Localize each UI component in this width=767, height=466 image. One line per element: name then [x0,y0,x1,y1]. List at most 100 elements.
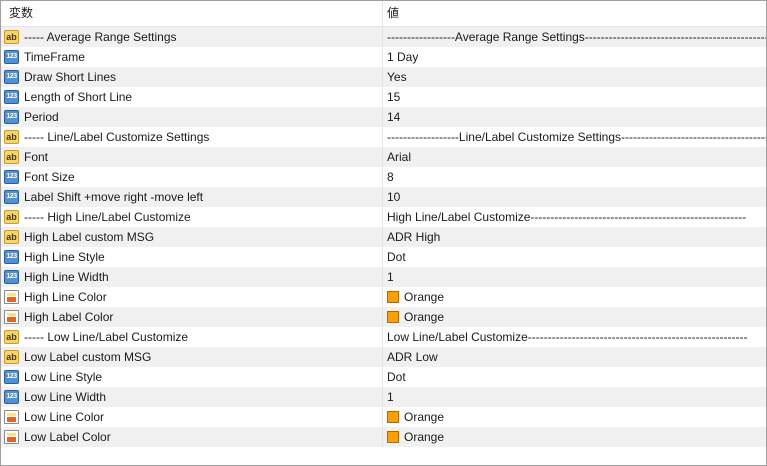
parameter-value: Low Line/Label Customize----------------… [387,330,748,344]
table-row[interactable]: 123 Label Shift +move right -move left 10 [1,187,766,207]
table-row[interactable]: 123 Length of Short Line 15 [1,87,766,107]
parameter-value: Dot [387,250,406,264]
parameter-name: ----- Low Line/Label Customize [24,330,189,344]
parameter-name: ----- High Line/Label Customize [24,210,191,224]
parameter-value-cell[interactable]: ------------------Line/Label Customize S… [383,127,766,147]
parameter-value: 10 [387,190,401,204]
parameter-value-cell[interactable]: 1 Day [383,47,766,67]
table-row[interactable]: 123 TimeFrame 1 Day [1,47,766,67]
parameter-name: ----- Average Range Settings [24,30,177,44]
color-swatch [387,291,399,303]
table-row[interactable]: 123 Period 14 [1,107,766,127]
table-row[interactable]: 123 High Line Style Dot [1,247,766,267]
parameter-name: ----- Line/Label Customize Settings [24,130,210,144]
parameter-value-cell[interactable]: Orange [383,287,766,307]
ab-icon: ab [4,130,19,144]
table-row[interactable]: ab Font Arial [1,147,766,167]
parameter-name-cell: 123 Draw Short Lines [1,67,383,87]
parameter-value: 14 [387,110,401,124]
parameter-name-cell: ab High Label custom MSG [1,227,383,247]
parameter-name-cell: 123 High Line Style [1,247,383,267]
parameter-name-cell: 123 Low Line Width [1,387,383,407]
parameter-value: 1 Day [387,50,419,64]
parameter-name-cell: 123 TimeFrame [1,47,383,67]
table-header: 変数 値 [1,1,766,27]
parameter-value-cell[interactable]: 1 [383,387,766,407]
ab-icon: ab [4,230,19,244]
parameter-value-cell[interactable]: Dot [383,247,766,267]
parameter-name-cell: ab ----- High Line/Label Customize [1,207,383,227]
table-row[interactable]: 123 Low Line Width 1 [1,387,766,407]
number-icon: 123 [4,170,19,184]
parameter-name-cell: High Label Color [1,307,383,327]
table-row[interactable]: ab ----- High Line/Label Customize High Li… [1,207,766,227]
parameter-name: High Label custom MSG [24,230,155,244]
parameter-name: Period [24,110,59,124]
parameter-name-cell: ab ----- Average Range Settings [1,27,383,47]
parameter-value: ADR Low [387,350,438,364]
table-row[interactable]: 123 Low Line Style Dot [1,367,766,387]
color-icon [4,430,19,444]
parameter-value-cell[interactable]: High Line/Label Customize---------------… [383,207,766,227]
table-row[interactable]: High Line Color Orange [1,287,766,307]
parameter-value: Arial [387,150,412,164]
table-row[interactable]: ab High Label custom MSG ADR High [1,227,766,247]
parameter-value: High Line/Label Customize---------------… [387,210,747,224]
parameter-value-cell[interactable]: Dot [383,367,766,387]
table-row[interactable]: ab ----- Line/Label Customize Settings ---… [1,127,766,147]
parameter-value-cell[interactable]: Low Line/Label Customize----------------… [383,327,766,347]
number-icon: 123 [4,390,19,404]
table-row[interactable]: 123 Draw Short Lines Yes [1,67,766,87]
table-row[interactable]: 123 High Line Width 1 [1,267,766,287]
parameter-value-cell[interactable]: 14 [383,107,766,127]
header-value[interactable]: 値 [383,1,766,26]
parameter-value-cell[interactable]: ADR High [383,227,766,247]
table-row[interactable]: 123 Font Size 8 [1,167,766,187]
parameter-name: High Line Width [24,270,109,284]
parameter-value: ADR High [387,230,441,244]
parameter-name-cell: Low Label Color [1,427,383,447]
parameter-name-cell: ab Font [1,147,383,167]
parameter-value: 1 [387,390,394,404]
parameter-value: ------------------Line/Label Customize S… [387,130,766,144]
parameter-name: Draw Short Lines [24,70,117,84]
parameter-name-cell: 123 Label Shift +move right -move left [1,187,383,207]
parameter-name-cell: ab ----- Line/Label Customize Settings [1,127,383,147]
parameter-value-cell[interactable]: 15 [383,87,766,107]
table-row[interactable]: ab ----- Low Line/Label Customize Low Line… [1,327,766,347]
parameter-name: Font [24,150,49,164]
parameter-value: Dot [387,370,406,384]
parameter-value: 8 [387,170,394,184]
table-row[interactable]: Low Label Color Orange [1,427,766,447]
parameter-value-cell[interactable]: Orange [383,307,766,327]
ab-icon: ab [4,30,19,44]
parameter-name-cell: 123 High Line Width [1,267,383,287]
parameters-table: 変数 値 ab ----- Average Range Settings -----… [0,0,767,466]
parameter-value-cell[interactable]: ADR Low [383,347,766,367]
ab-icon: ab [4,210,19,224]
number-icon: 123 [4,110,19,124]
ab-icon: ab [4,150,19,164]
parameter-value-cell[interactable]: Arial [383,147,766,167]
number-icon: 123 [4,190,19,204]
parameter-name-cell: ab ----- Low Line/Label Customize [1,327,383,347]
parameter-value-cell[interactable]: -----------------Average Range Settings-… [383,27,766,47]
parameter-rows: ab ----- Average Range Settings ----------… [1,27,766,447]
parameter-value-cell[interactable]: Orange [383,407,766,427]
color-swatch [387,311,399,323]
parameter-value-cell[interactable]: Yes [383,67,766,87]
table-row[interactable]: ab ----- Average Range Settings ----------… [1,27,766,47]
parameter-value-cell[interactable]: Orange [383,427,766,447]
table-row[interactable]: High Label Color Orange [1,307,766,327]
parameter-value-cell[interactable]: 10 [383,187,766,207]
parameter-name: Low Line Width [24,390,107,404]
header-variable[interactable]: 変数 [1,1,383,26]
table-row[interactable]: ab Low Label custom MSG ADR Low [1,347,766,367]
parameter-name: Low Line Style [24,370,103,384]
table-row[interactable]: Low Line Color Orange [1,407,766,427]
parameter-name: High Line Color [24,290,107,304]
color-icon [4,310,19,324]
color-icon [4,410,19,424]
parameter-value-cell[interactable]: 1 [383,267,766,287]
parameter-value-cell[interactable]: 8 [383,167,766,187]
